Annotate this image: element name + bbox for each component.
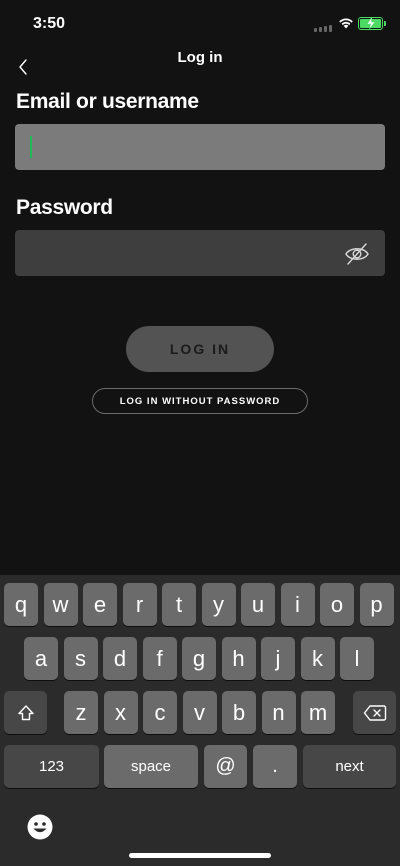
wifi-icon (339, 18, 353, 29)
key-s[interactable]: s (63, 637, 98, 680)
key-l[interactable]: l (340, 637, 374, 680)
key-x[interactable]: x (103, 691, 138, 734)
key-r[interactable]: r (122, 583, 157, 626)
key-c[interactable]: c (143, 691, 177, 734)
key-z[interactable]: z (64, 691, 98, 734)
key-i[interactable]: i (280, 583, 315, 626)
emoji-icon[interactable] (26, 813, 54, 841)
next-key[interactable]: next (303, 745, 396, 788)
battery-charging-icon (358, 17, 383, 30)
backspace-key[interactable] (353, 691, 396, 734)
key-m[interactable]: m (301, 691, 335, 734)
password-field[interactable] (15, 230, 385, 276)
key-q[interactable]: q (4, 583, 38, 626)
key-p[interactable]: p (359, 583, 394, 626)
dot-key[interactable]: . (253, 745, 297, 788)
page-title: Log in (177, 49, 223, 66)
space-key[interactable]: space (104, 745, 198, 788)
key-v[interactable]: v (182, 691, 217, 734)
shift-key[interactable] (4, 691, 47, 734)
key-n[interactable]: n (261, 691, 296, 734)
key-f[interactable]: f (142, 637, 177, 680)
key-t[interactable]: t (162, 583, 196, 626)
status-bar: 3:50 (0, 0, 400, 46)
status-time: 3:50 (33, 15, 66, 32)
text-cursor (30, 136, 32, 158)
show-password-toggle[interactable] (342, 240, 372, 268)
key-u[interactable]: u (241, 583, 275, 626)
key-e[interactable]: e (83, 583, 117, 626)
eye-slash-icon (345, 243, 369, 265)
key-o[interactable]: o (320, 583, 354, 626)
key-k[interactable]: k (300, 637, 335, 680)
key-w[interactable]: w (43, 583, 78, 626)
key-b[interactable]: b (222, 691, 256, 734)
key-h[interactable]: h (221, 637, 256, 680)
key-d[interactable]: d (103, 637, 137, 680)
backspace-icon (363, 704, 386, 721)
cellular-signal-icon (314, 25, 332, 32)
numbers-key[interactable]: 123 (4, 745, 99, 788)
email-field[interactable] (15, 124, 385, 170)
key-y[interactable]: y (201, 583, 236, 626)
key-j[interactable]: j (261, 637, 295, 680)
on-screen-keyboard: qwertyuiop asdfghjkl zxcvbnm 123 space @… (0, 575, 400, 866)
key-g[interactable]: g (182, 637, 216, 680)
login-without-password-button[interactable]: LOG IN WITHOUT PASSWORD (92, 388, 308, 414)
shift-arrow-icon (17, 704, 34, 720)
email-label: Email or username (16, 90, 199, 113)
key-a[interactable]: a (24, 637, 58, 680)
home-indicator (129, 853, 271, 858)
login-button[interactable]: LOG IN (126, 326, 274, 372)
password-label: Password (16, 196, 113, 219)
at-key[interactable]: @ (204, 745, 247, 788)
battery-cap (384, 21, 386, 26)
